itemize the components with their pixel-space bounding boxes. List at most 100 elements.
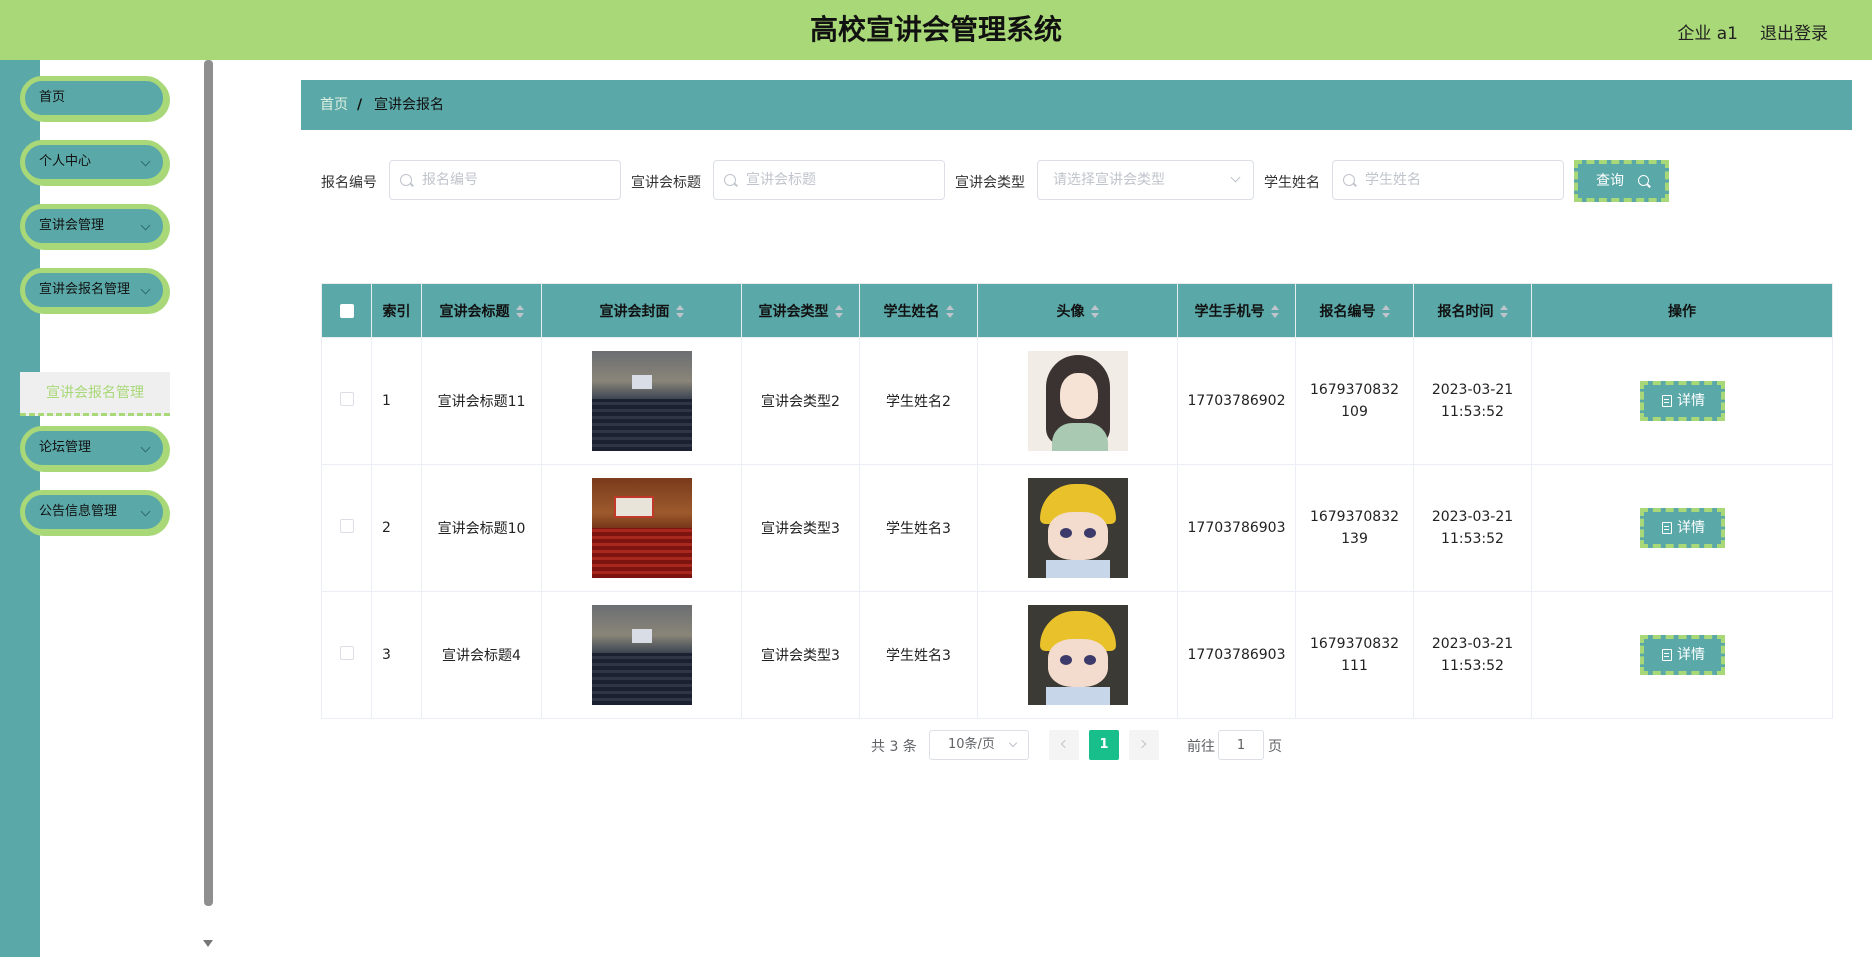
sort-icon[interactable] bbox=[1499, 305, 1508, 318]
sort-icon[interactable] bbox=[515, 305, 524, 318]
sidebar-item-label: 公告信息管理 bbox=[39, 504, 118, 519]
col-title[interactable]: 宣讲会标题 bbox=[421, 283, 542, 338]
query-button[interactable]: 查询 bbox=[1574, 160, 1669, 202]
col-title-label: 宣讲会标题 bbox=[439, 303, 510, 320]
talk-cover-image[interactable] bbox=[591, 478, 692, 578]
scroll-down-icon[interactable] bbox=[203, 940, 213, 947]
cell-title: 宣讲会标题10 bbox=[421, 464, 542, 592]
sidebar-item-label: 论坛管理 bbox=[39, 440, 92, 455]
col-phone[interactable]: 学生手机号 bbox=[1177, 283, 1296, 338]
cell-action: 详情 bbox=[1531, 337, 1833, 465]
cell-action: 详情 bbox=[1531, 464, 1833, 592]
col-avatar[interactable]: 头像 bbox=[977, 283, 1178, 338]
detail-button-label: 详情 bbox=[1677, 647, 1705, 663]
talk-title-label: 宣讲会标题 bbox=[631, 175, 701, 191]
chevron-right-icon bbox=[1137, 739, 1147, 749]
student-name-label: 学生姓名 bbox=[1264, 175, 1320, 191]
sort-icon[interactable] bbox=[1270, 305, 1279, 318]
sort-icon[interactable] bbox=[834, 305, 843, 318]
search-icon bbox=[724, 174, 736, 186]
sidebar-item-label: 宣讲会管理 bbox=[39, 218, 105, 233]
col-action: 操作 bbox=[1531, 283, 1833, 338]
student-avatar-image[interactable] bbox=[1027, 605, 1128, 705]
chevron-left-icon bbox=[1060, 739, 1070, 749]
sort-icon[interactable] bbox=[945, 305, 954, 318]
student-avatar-image[interactable] bbox=[1027, 478, 1128, 578]
talk-type-select[interactable]: 请选择宣讲会类型 bbox=[1037, 160, 1254, 200]
talk-cover-image[interactable] bbox=[591, 351, 692, 451]
row-checkbox-cell[interactable] bbox=[321, 464, 372, 592]
chevron-down-icon bbox=[140, 442, 151, 453]
document-icon bbox=[1661, 395, 1672, 407]
cell-phone: 17703786903 bbox=[1177, 464, 1296, 592]
goto-page-input[interactable] bbox=[1218, 730, 1264, 760]
sidebar-item-home[interactable]: 首页 bbox=[20, 76, 168, 120]
sidebar-item-label: 首页 bbox=[39, 90, 66, 105]
col-student[interactable]: 学生姓名 bbox=[859, 283, 978, 338]
cell-cover bbox=[541, 591, 742, 719]
cell-student: 学生姓名2 bbox=[859, 337, 978, 465]
col-index: 索引 bbox=[371, 283, 422, 338]
app-title: 高校宣讲会管理系统 bbox=[809, 13, 1062, 46]
sort-icon[interactable] bbox=[1090, 305, 1099, 318]
submenu-item-label: 宣讲会报名管理 bbox=[46, 385, 144, 401]
detail-button[interactable]: 详情 bbox=[1639, 508, 1725, 548]
top-header: 高校宣讲会管理系统 企业 a1 退出登录 bbox=[0, 0, 1872, 60]
document-icon bbox=[1661, 522, 1672, 534]
breadcrumb-home[interactable]: 首页 bbox=[320, 80, 348, 130]
col-type[interactable]: 宣讲会类型 bbox=[741, 283, 860, 338]
cell-avatar bbox=[977, 337, 1178, 465]
sidebar-item-personal-center[interactable]: 个人中心 bbox=[20, 140, 168, 184]
student-avatar-image[interactable] bbox=[1027, 351, 1128, 451]
cell-cover bbox=[541, 337, 742, 465]
row-checkbox[interactable] bbox=[339, 519, 354, 533]
sort-icon[interactable] bbox=[1381, 305, 1390, 318]
row-checkbox[interactable] bbox=[339, 646, 354, 660]
registration-table: 索引 宣讲会标题 宣讲会封面 宣讲会类型 学生姓名 头像 学生手机号 报名编号 … bbox=[321, 283, 1833, 719]
chevron-down-icon bbox=[140, 156, 151, 167]
talk-cover-image[interactable] bbox=[591, 605, 692, 705]
logout-link[interactable]: 退出登录 bbox=[1760, 19, 1828, 44]
submenu-item-registration-management[interactable]: 宣讲会报名管理 bbox=[20, 372, 170, 416]
select-all-checkbox[interactable] bbox=[339, 303, 354, 318]
reg-no-input[interactable] bbox=[389, 160, 621, 200]
talk-title-input[interactable] bbox=[713, 160, 945, 200]
student-name-input[interactable] bbox=[1332, 160, 1564, 200]
cell-title: 宣讲会标题11 bbox=[421, 337, 542, 465]
cell-type: 宣讲会类型2 bbox=[741, 337, 860, 465]
detail-button[interactable]: 详情 bbox=[1639, 381, 1725, 421]
cell-phone: 17703786903 bbox=[1177, 591, 1296, 719]
col-type-label: 宣讲会类型 bbox=[758, 303, 829, 320]
detail-button-label: 详情 bbox=[1677, 393, 1705, 409]
current-user[interactable]: 企业 a1 bbox=[1677, 19, 1738, 44]
query-button-label: 查询 bbox=[1596, 173, 1624, 189]
sidebar-scrollbar[interactable] bbox=[204, 60, 213, 906]
row-checkbox-cell[interactable] bbox=[321, 591, 372, 719]
next-page-button[interactable] bbox=[1129, 730, 1159, 760]
prev-page-button[interactable] bbox=[1049, 730, 1079, 760]
search-icon bbox=[1343, 174, 1355, 186]
chevron-down-icon bbox=[140, 284, 151, 295]
detail-button[interactable]: 详情 bbox=[1639, 635, 1725, 675]
sidebar-item-notice[interactable]: 公告信息管理 bbox=[20, 490, 168, 534]
col-cover[interactable]: 宣讲会封面 bbox=[541, 283, 742, 338]
col-time[interactable]: 报名时间 bbox=[1413, 283, 1532, 338]
cell-avatar bbox=[977, 591, 1178, 719]
cell-student: 学生姓名3 bbox=[859, 464, 978, 592]
cell-type: 宣讲会类型3 bbox=[741, 464, 860, 592]
col-reg-no[interactable]: 报名编号 bbox=[1295, 283, 1414, 338]
sidebar-item-label: 个人中心 bbox=[39, 154, 92, 169]
sidebar-item-forum[interactable]: 论坛管理 bbox=[20, 426, 168, 470]
col-avatar-label: 头像 bbox=[1056, 303, 1085, 320]
sidebar-item-registration-management[interactable]: 宣讲会报名管理 bbox=[20, 268, 168, 312]
document-icon bbox=[1661, 649, 1672, 661]
select-all-checkbox-cell[interactable] bbox=[321, 283, 372, 338]
sort-icon[interactable] bbox=[675, 305, 684, 318]
chevron-down-icon bbox=[1230, 172, 1241, 183]
page-size-select[interactable]: 10条/页 bbox=[929, 730, 1029, 760]
row-checkbox[interactable] bbox=[339, 392, 354, 406]
row-checkbox-cell[interactable] bbox=[321, 337, 372, 465]
page-number-current[interactable]: 1 bbox=[1089, 730, 1119, 760]
sidebar-item-talk-management[interactable]: 宣讲会管理 bbox=[20, 204, 168, 248]
cell-time: 2023-03-21 11:53:52 bbox=[1413, 591, 1532, 719]
